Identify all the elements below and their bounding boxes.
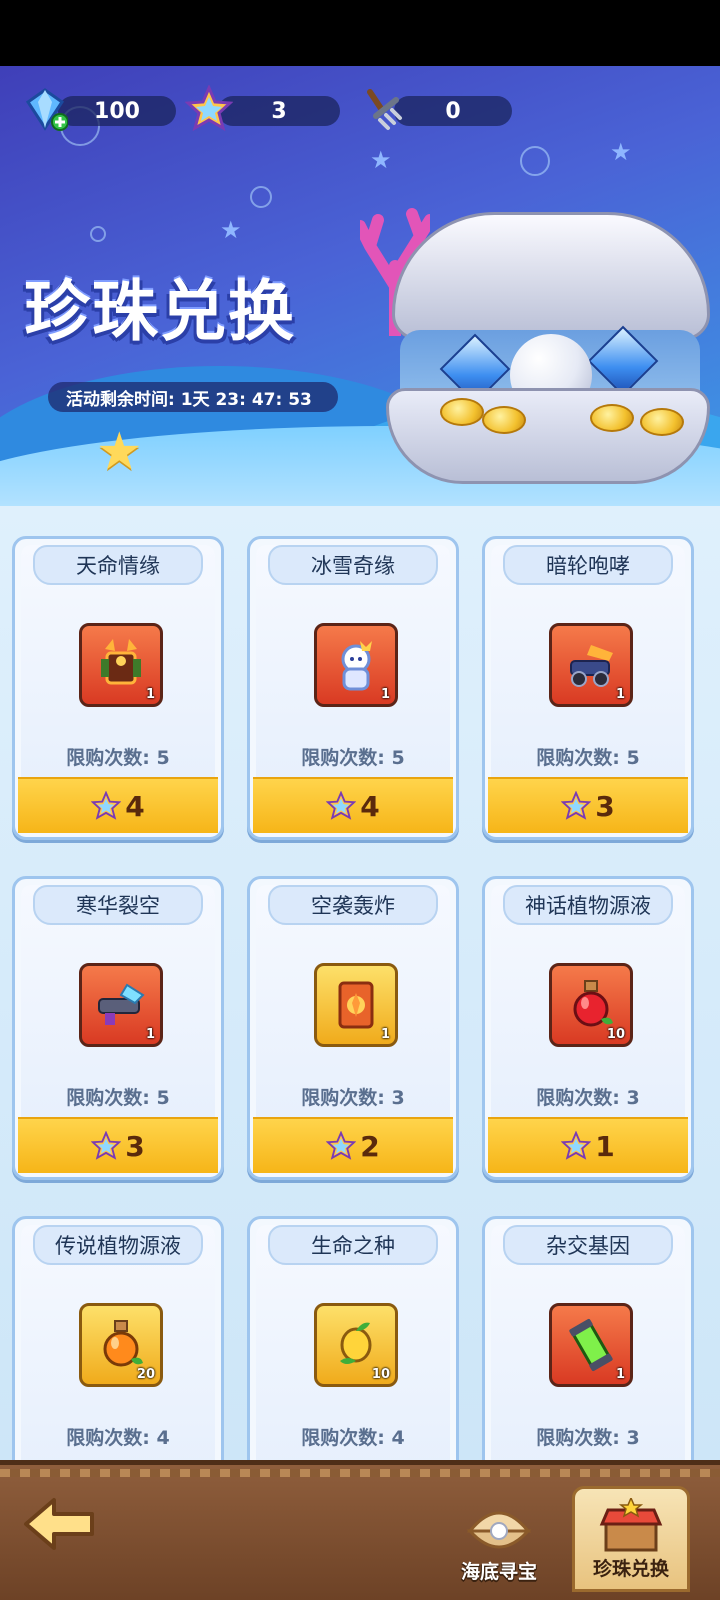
item-quantity: 1 xyxy=(380,687,390,702)
star-decoration: ★ xyxy=(220,216,242,244)
buy-button[interactable]: 1 xyxy=(488,1117,688,1173)
dark-wheel-cannon-icon: 1 xyxy=(549,623,633,707)
star-shell-counter: 3 xyxy=(218,96,340,126)
item-quantity: 20 xyxy=(136,1367,155,1382)
item-quantity: 10 xyxy=(606,1027,625,1042)
shop-card[interactable]: 杂交基因 1 限购次数: 3 xyxy=(482,1216,694,1460)
card-title: 寒华裂空 xyxy=(33,885,203,925)
item-quantity: 1 xyxy=(145,1027,155,1042)
star-decoration: ★ xyxy=(610,138,632,166)
red-mech-robot-icon: 1 xyxy=(79,623,163,707)
star-decoration: ★ xyxy=(370,146,392,174)
tab-label: 海底寻宝 xyxy=(460,1561,537,1583)
shop-stall-icon xyxy=(599,1498,663,1552)
item-quantity: 1 xyxy=(615,1367,625,1382)
clam-shell-top xyxy=(392,212,710,340)
star-decoration: ★ xyxy=(96,422,143,482)
clam-shell-bottom xyxy=(386,388,710,484)
ice-blaster-icon: 1 xyxy=(79,963,163,1047)
purchase-limit: 限购次数: 4 xyxy=(301,1427,405,1449)
price-value: 4 xyxy=(125,789,145,823)
purchase-limit: 限购次数: 5 xyxy=(536,747,640,769)
coin-icon xyxy=(640,408,684,436)
status-bar xyxy=(0,0,720,66)
price-value: 3 xyxy=(595,789,615,823)
buy-button[interactable]: 3 xyxy=(488,777,688,833)
orange-potion-icon: 20 xyxy=(79,1303,163,1387)
shop-card[interactable]: 空袭轰炸 1 限购次数: 3 2 xyxy=(247,876,459,1180)
tab-pearl-exchange[interactable]: 珍珠兑换 xyxy=(572,1486,690,1592)
diamond-plus-icon[interactable] xyxy=(20,84,70,134)
card-title: 空袭轰炸 xyxy=(268,885,438,925)
diamond-counter: 100 xyxy=(58,96,176,126)
back-button[interactable] xyxy=(20,1488,100,1560)
buy-button[interactable]: 3 xyxy=(18,1117,218,1173)
card-title: 天命情缘 xyxy=(33,545,203,585)
gene-tube-icon: 1 xyxy=(549,1303,633,1387)
buy-button[interactable]: 2 xyxy=(253,1117,453,1173)
shop-card[interactable]: 暗轮咆哮 1 限购次数: 5 3 xyxy=(482,536,694,840)
purchase-limit: 限购次数: 3 xyxy=(536,1087,640,1109)
back-arrow-icon xyxy=(24,1498,94,1550)
item-quantity: 1 xyxy=(380,1027,390,1042)
red-potion-icon: 10 xyxy=(549,963,633,1047)
bubble-decoration xyxy=(250,186,272,208)
item-quantity: 1 xyxy=(615,687,625,702)
star-shell-icon xyxy=(326,1131,357,1160)
card-title: 冰雪奇缘 xyxy=(268,545,438,585)
tab-label: 珍珠兑换 xyxy=(592,1558,669,1580)
shop-grid: 天命情缘 1 限购次数: 5 4 冰雪奇缘 1 限购次数: 5 4 暗轮咆哮 1 xyxy=(0,506,720,1460)
tab-treasure-hunt[interactable]: 海底寻宝 xyxy=(440,1486,558,1592)
rake-counter: 0 xyxy=(394,96,512,126)
coin-icon xyxy=(590,404,634,432)
rake-icon xyxy=(356,84,406,134)
card-title: 神话植物源液 xyxy=(503,885,673,925)
star-shell-icon xyxy=(184,84,234,134)
shop-card[interactable]: 生命之种 10 限购次数: 4 xyxy=(247,1216,459,1460)
price-value: 1 xyxy=(595,1129,615,1163)
diamond-count: 100 xyxy=(94,98,140,124)
shop-card[interactable]: 天命情缘 1 限购次数: 5 4 xyxy=(12,536,224,840)
card-title: 暗轮咆哮 xyxy=(503,545,673,585)
star-shell-icon xyxy=(91,1131,122,1160)
shop-card[interactable]: 传说植物源液 20 限购次数: 4 xyxy=(12,1216,224,1460)
ice-queen-icon: 1 xyxy=(314,623,398,707)
rake-count: 0 xyxy=(445,98,461,124)
bubble-decoration xyxy=(90,226,106,242)
star-shell-icon xyxy=(561,1131,592,1160)
star-shell-icon xyxy=(326,791,357,820)
card-title: 杂交基因 xyxy=(503,1225,673,1265)
purchase-limit: 限购次数: 5 xyxy=(66,1087,170,1109)
price-value: 2 xyxy=(360,1129,380,1163)
page-title: 珍珠兑换 xyxy=(24,273,296,350)
item-quantity: 1 xyxy=(145,687,155,702)
coin-icon xyxy=(482,406,526,434)
coin-icon xyxy=(440,398,484,426)
purchase-limit: 限购次数: 3 xyxy=(301,1087,405,1109)
shop-card[interactable]: 寒华裂空 1 限购次数: 5 3 xyxy=(12,876,224,1180)
purchase-limit: 限购次数: 5 xyxy=(66,747,170,769)
purchase-limit: 限购次数: 3 xyxy=(536,1427,640,1449)
event-timer: 活动剩余时间: 1天 23: 47: 53 xyxy=(48,382,338,412)
card-title: 传说植物源液 xyxy=(33,1225,203,1265)
buy-button[interactable]: 4 xyxy=(253,777,453,833)
price-value: 4 xyxy=(360,789,380,823)
buy-button[interactable]: 4 xyxy=(18,777,218,833)
purchase-limit: 限购次数: 5 xyxy=(301,747,405,769)
star-shell-count: 3 xyxy=(271,98,287,124)
price-value: 3 xyxy=(125,1129,145,1163)
shop-card[interactable]: 神话植物源液 10 限购次数: 3 1 xyxy=(482,876,694,1180)
star-shell-icon xyxy=(91,791,122,820)
clam-icon xyxy=(466,1511,532,1549)
life-seed-icon: 10 xyxy=(314,1303,398,1387)
air-raid-card-icon: 1 xyxy=(314,963,398,1047)
item-quantity: 10 xyxy=(371,1367,390,1382)
purchase-limit: 限购次数: 4 xyxy=(66,1427,170,1449)
card-title: 生命之种 xyxy=(268,1225,438,1265)
bubble-decoration xyxy=(520,146,550,176)
star-shell-icon xyxy=(561,791,592,820)
shop-card[interactable]: 冰雪奇缘 1 限购次数: 5 4 xyxy=(247,536,459,840)
